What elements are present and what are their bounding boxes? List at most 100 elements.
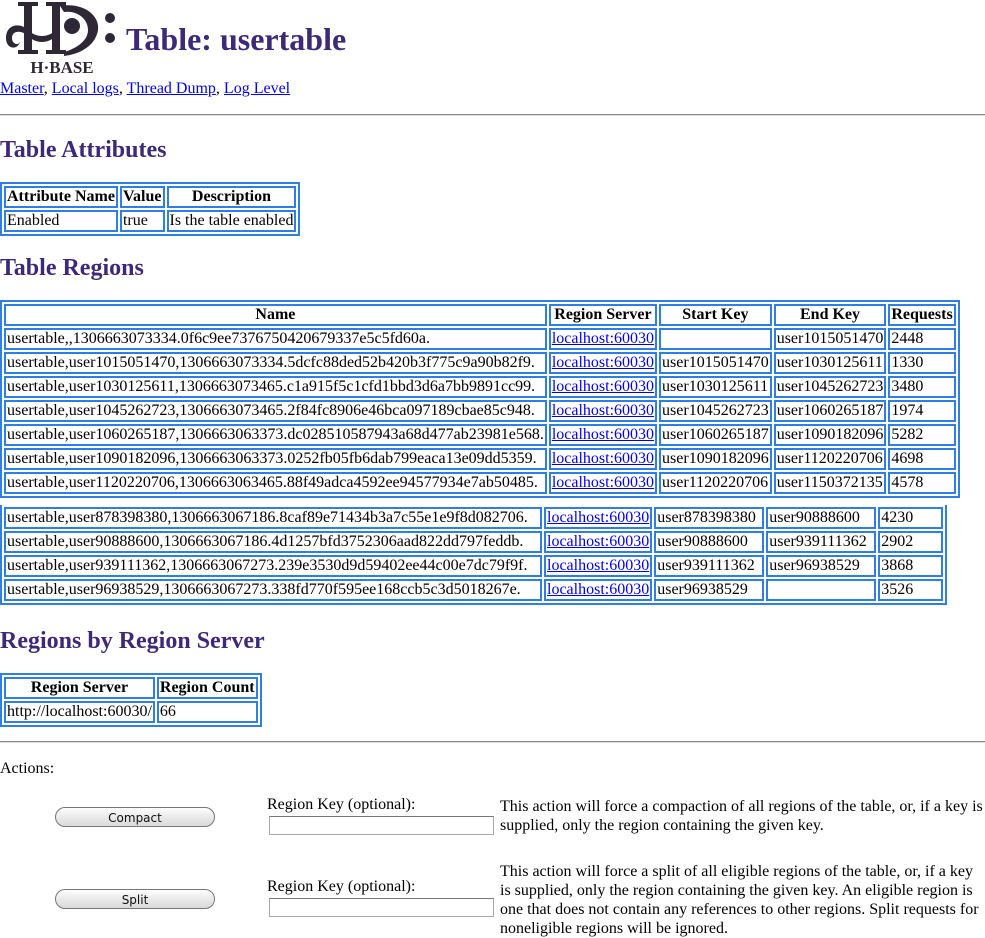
table-row: usertable,user1090182096,1306663063373.0…: [4, 448, 956, 470]
region-server-link[interactable]: localhost:60030: [552, 378, 654, 395]
column-header: Description: [166, 186, 297, 208]
cell-end-key: user1090182096: [773, 424, 887, 446]
nav-link-local-logs[interactable]: Local logs: [52, 80, 119, 97]
column-header: Attribute Name: [4, 186, 118, 208]
column-header-end-key: End Key: [773, 304, 887, 326]
cell-start-key: user1120220706: [659, 472, 772, 494]
split-region-key-label: Region Key (optional):: [267, 878, 416, 895]
cell-end-key: user1030125611: [773, 352, 887, 374]
compact-button[interactable]: Compact: [55, 807, 215, 827]
cell-region-server-link: localhost:60030: [548, 424, 658, 446]
cell-region-server-link: localhost:60030: [544, 507, 653, 529]
region-server-link[interactable]: localhost:60030: [552, 402, 654, 419]
hbase-logo: H·BASE: [6, 2, 115, 76]
cell-region-name: usertable,user90888600,1306663067186.4d1…: [4, 531, 542, 553]
region-server-link[interactable]: localhost:60030: [552, 330, 654, 347]
table-header-row: Name Region Server Start Key End Key Req…: [4, 304, 956, 326]
region-server-link[interactable]: localhost:60030: [547, 509, 649, 526]
cell-region-server-link: localhost:60030: [548, 376, 658, 398]
page-title: Table: usertable: [126, 21, 347, 57]
nav-separator: ,: [118, 80, 127, 97]
cell-requests: 4578: [888, 472, 956, 494]
cell-start-key: user1045262723: [659, 400, 772, 422]
table-row: usertable,user1030125611,1306663073465.c…: [4, 376, 956, 398]
cell-requests: 4698: [888, 448, 956, 470]
cell-end-key: user1120220706: [773, 448, 887, 470]
nav-link-log-level[interactable]: Log Level: [224, 80, 290, 97]
cell-start-key: user1060265187: [659, 424, 772, 446]
region-server-link[interactable]: localhost:60030: [552, 450, 654, 467]
table-row: usertable,user1045262723,1306663073465.2…: [4, 400, 956, 422]
cell-region-name: usertable,user1060265187,1306663063373.d…: [4, 424, 547, 446]
regions-by-server-heading: Regions by Region Server: [0, 628, 265, 654]
column-header: Value: [119, 186, 165, 208]
cell-region-name: usertable,user1045262723,1306663073465.2…: [4, 400, 547, 422]
cell-requests: 1974: [888, 400, 956, 422]
cell-region-name: usertable,user939111362,1306663067273.23…: [4, 555, 542, 577]
region-server-link[interactable]: localhost:60030: [552, 474, 654, 491]
region-server-link[interactable]: localhost:60030: [547, 581, 649, 598]
table-row: usertable,user1015051470,1306663073334.5…: [4, 352, 956, 374]
cell-region-name: usertable,user878398380,1306663067186.8c…: [4, 507, 542, 529]
cell-start-key: user90888600: [654, 531, 765, 553]
cell-requests: 4230: [878, 507, 944, 529]
cell-region-server-link: localhost:60030: [548, 400, 658, 422]
cell-end-key: user96938529: [766, 555, 877, 577]
cell-region-server-link: localhost:60030: [548, 472, 658, 494]
attribute-value: true: [119, 210, 165, 232]
compact-region-key-input[interactable]: [269, 816, 494, 835]
table-row: usertable,user1060265187,1306663063373.d…: [4, 424, 956, 446]
split-button[interactable]: Split: [55, 889, 215, 909]
nav-separator: ,: [43, 80, 52, 97]
split-region-key-input[interactable]: [269, 898, 494, 917]
cell-region-server-link: localhost:60030: [544, 579, 653, 601]
attributes-table: Attribute Name Value Description Enabled…: [0, 182, 301, 236]
cell-start-key: user1090182096: [659, 448, 772, 470]
cell-end-key: user1150372135: [773, 472, 887, 494]
cell-end-key: user1045262723: [773, 376, 887, 398]
split-description: This action will force a split of all el…: [500, 863, 979, 937]
cell-requests: 3480: [888, 376, 956, 398]
table-row: Enabled true Is the table enabled: [4, 210, 297, 232]
table-row: usertable,user96938529,1306663067273.338…: [4, 579, 944, 601]
region-server-link[interactable]: localhost:60030: [547, 557, 649, 574]
region-server-url: http://localhost:60030/: [4, 701, 155, 723]
cell-end-key: [766, 579, 877, 601]
cell-end-key: user1015051470: [773, 328, 887, 350]
region-count: 66: [156, 701, 258, 723]
cell-start-key: user939111362: [654, 555, 765, 577]
divider: [0, 114, 985, 116]
cell-requests: 2902: [878, 531, 944, 553]
table-row: usertable,user90888600,1306663067186.4d1…: [4, 531, 944, 553]
cell-requests: 3868: [878, 555, 944, 577]
table-header-row: Region Server Region Count: [4, 677, 258, 699]
cell-region-server-link: localhost:60030: [548, 328, 658, 350]
table-row: usertable,user1120220706,1306663063465.8…: [4, 472, 956, 494]
cell-region-name: usertable,user1090182096,1306663063373.0…: [4, 448, 547, 470]
region-server-link[interactable]: localhost:60030: [552, 354, 654, 371]
cell-requests: 1330: [888, 352, 956, 374]
cell-start-key: user1030125611: [659, 376, 772, 398]
nav-link-master[interactable]: Master: [0, 80, 44, 97]
cell-start-key: user878398380: [654, 507, 765, 529]
compact-region-key-label: Region Key (optional):: [267, 796, 416, 813]
nav-links: Master, Local logs, Thread Dump, Log Lev…: [0, 79, 290, 99]
table-attributes-heading: Table Attributes: [0, 137, 167, 163]
cell-region-server-link: localhost:60030: [548, 448, 658, 470]
regions-table-top: Name Region Server Start Key End Key Req…: [0, 300, 960, 498]
column-header-region-server: Region Server: [548, 304, 658, 326]
compact-description: This action will force a compaction of a…: [500, 798, 983, 834]
cell-start-key: [659, 328, 772, 350]
page-header: H·BASE Table: usertable: [0, 0, 985, 78]
cell-region-name: usertable,user96938529,1306663067273.338…: [4, 579, 542, 601]
nav-link-thread-dump[interactable]: Thread Dump: [127, 80, 216, 97]
cell-region-name: usertable,,1306663073334.0f6c9ee73767504…: [4, 328, 547, 350]
region-server-link[interactable]: localhost:60030: [547, 533, 649, 550]
cell-end-key: user1060265187: [773, 400, 887, 422]
column-header-requests: Requests: [888, 304, 956, 326]
cell-end-key: user90888600: [766, 507, 877, 529]
cell-region-name: usertable,user1030125611,1306663073465.c…: [4, 376, 547, 398]
region-server-link[interactable]: localhost:60030: [552, 426, 654, 443]
cell-requests: 3526: [878, 579, 944, 601]
cell-requests: 5282: [888, 424, 956, 446]
